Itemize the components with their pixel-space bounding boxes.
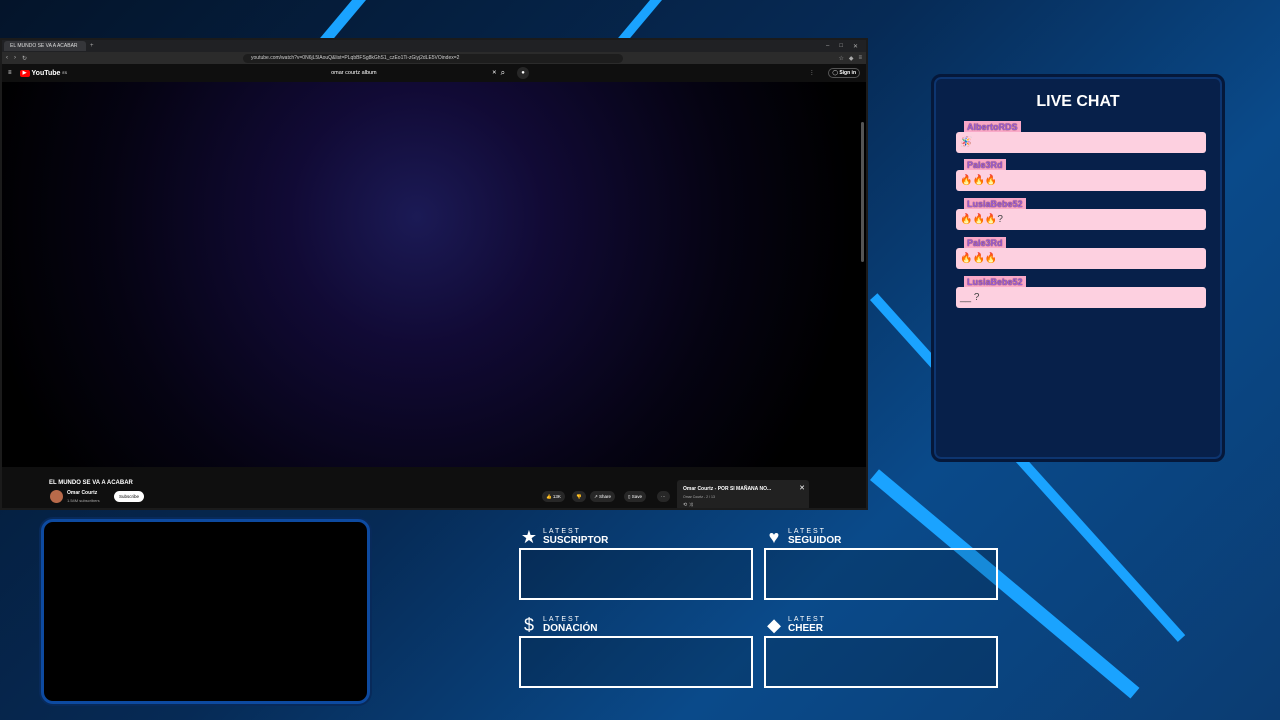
chat-text: __ ? <box>956 287 1206 308</box>
playlist-panel[interactable]: Omar Courtz - POR SI MAÑANA NO... Omar C… <box>677 480 809 508</box>
diamond-icon: ◆ <box>767 615 781 635</box>
avatar[interactable] <box>50 490 63 503</box>
webcam-frame <box>41 519 370 704</box>
extensions-bar: ☆ ◆ ≡ <box>838 55 862 62</box>
chat-message: LusiaBebe52 __ ? <box>956 276 1206 316</box>
alert-box <box>519 636 753 688</box>
latest-seguidor: ♥ LATEST SEGUIDOR <box>764 528 998 600</box>
close-icon[interactable]: ✕ <box>853 43 858 50</box>
more-icon[interactable]: ⋮ <box>809 70 814 76</box>
subscriber-count: 1.54M subscribers <box>67 498 100 503</box>
save-label: Save <box>631 494 642 499</box>
search-value: omar courtz album <box>331 70 377 76</box>
share-label: Share <box>599 494 612 499</box>
play-logo-icon: ▶ <box>19 69 30 77</box>
save-button[interactable]: ▯ Save <box>624 491 646 502</box>
like-count: 13K <box>552 494 561 499</box>
dislike-icon[interactable]: 👎 <box>572 491 586 502</box>
video-meta: EL MUNDO SE VA A ACABAR Omar Courtz 1.54… <box>2 477 866 508</box>
share-button[interactable]: ↗ Share <box>590 491 616 502</box>
reload-icon[interactable]: ↻ <box>22 55 27 62</box>
channel-name[interactable]: Omar Courtz <box>67 490 97 496</box>
subscribe-button[interactable]: Subscribe <box>114 491 145 502</box>
minimize-icon[interactable]: – <box>826 43 829 50</box>
mic-icon[interactable]: ● <box>517 67 530 79</box>
heart-icon: ♥ <box>768 527 780 547</box>
back-icon[interactable]: ‹ <box>6 55 8 61</box>
sign-in-label: Sign in <box>839 70 856 76</box>
hamburger-icon[interactable]: ≡ <box>8 70 12 76</box>
new-tab-icon[interactable]: + <box>90 43 94 49</box>
chat-message: Pale3Rd 🔥🔥🔥 <box>956 237 1206 277</box>
playlist-subtitle: Omar Courtz - 2 / 13 <box>683 495 715 499</box>
search-icon[interactable]: ⌕ <box>501 68 505 78</box>
sign-in-button[interactable]: ◯ Sign in <box>828 68 860 78</box>
chat-title: LIVE CHAT <box>1036 93 1120 110</box>
alert-box <box>764 636 998 688</box>
loop-icon[interactable]: ⟲ <box>683 502 687 508</box>
video-player[interactable] <box>2 82 866 467</box>
alert-box <box>764 548 998 600</box>
playlist-controls: ⟲ ⤨ <box>683 502 693 508</box>
chat-text: 🪅 <box>956 132 1206 153</box>
close-playlist-icon[interactable]: ✕ <box>799 484 805 492</box>
address-bar[interactable]: youtube.com/watch?v=0N6jL5lAouQ&list=PLq… <box>243 53 624 63</box>
youtube-logo[interactable]: ▶ YouTube ES <box>19 69 68 77</box>
alert-main-label: DONACIÓN <box>543 623 598 634</box>
nav-bar: ‹ › ↻ youtube.com/watch?v=0N6jL5lAouQ&li… <box>2 52 866 64</box>
scrollbar[interactable] <box>861 122 864 262</box>
more-actions-icon[interactable]: ⋯ <box>657 491 670 502</box>
bg-stripe <box>616 0 662 40</box>
maximize-icon[interactable]: □ <box>839 43 843 50</box>
tab-bar: EL MUNDO SE VA A ACABAR + – □ ✕ <box>2 40 866 52</box>
chat-text: 🔥🔥🔥? <box>956 209 1206 230</box>
bookmark-icon[interactable]: ☆ <box>838 55 843 62</box>
shuffle-icon[interactable]: ⤨ <box>689 502 693 508</box>
chat-text: 🔥🔥🔥 <box>956 170 1206 191</box>
logo-text: YouTube <box>31 69 61 77</box>
video-title: EL MUNDO SE VA A ACABAR <box>49 480 133 486</box>
alert-box <box>519 548 753 600</box>
logo-country: ES <box>62 71 68 75</box>
menu-icon[interactable]: ≡ <box>858 55 862 62</box>
playlist-title: Omar Courtz - POR SI MAÑANA NO... <box>683 486 772 492</box>
dollar-icon: $ <box>523 615 534 635</box>
chat-message: AlbertoRDS 🪅 <box>956 121 1206 161</box>
header-right: ⋮ ◯ Sign in <box>809 68 860 78</box>
youtube-header: ≡ ▶ YouTube ES omar courtz album ✕ ⌕ ● ⋮… <box>2 64 866 82</box>
search-input[interactable]: omar courtz album ✕ ⌕ <box>325 67 505 79</box>
alert-main-label: SUSCRIPTOR <box>543 535 609 546</box>
latest-suscriptor: ★ LATEST SUSCRIPTOR <box>519 528 753 600</box>
chat-text: 🔥🔥🔥 <box>956 248 1206 269</box>
latest-cheer: ◆ LATEST CHEER <box>764 616 998 688</box>
clear-search-icon[interactable]: ✕ <box>492 70 497 76</box>
forward-icon[interactable]: › <box>14 55 16 61</box>
like-button[interactable]: 👍 13K <box>542 491 565 502</box>
latest-donacion: $ LATEST DONACIÓN <box>519 616 753 688</box>
browser-window: EL MUNDO SE VA A ACABAR + – □ ✕ ‹ › ↻ yo… <box>0 38 868 510</box>
alert-main-label: CHEER <box>788 623 824 634</box>
alert-main-label: SEGUIDOR <box>788 535 842 546</box>
extension-icon[interactable]: ◆ <box>849 55 854 62</box>
live-chat-panel: LIVE CHAT AlbertoRDS 🪅 Pale3Rd 🔥🔥🔥 Lusia… <box>931 74 1225 462</box>
browser-tab[interactable]: EL MUNDO SE VA A ACABAR <box>4 41 86 51</box>
window-controls: – □ ✕ <box>826 43 866 50</box>
chat-message: LusiaBebe52 🔥🔥🔥? <box>956 198 1206 238</box>
chat-message: Pale3Rd 🔥🔥🔥 <box>956 159 1206 199</box>
star-icon: ★ <box>520 527 538 547</box>
